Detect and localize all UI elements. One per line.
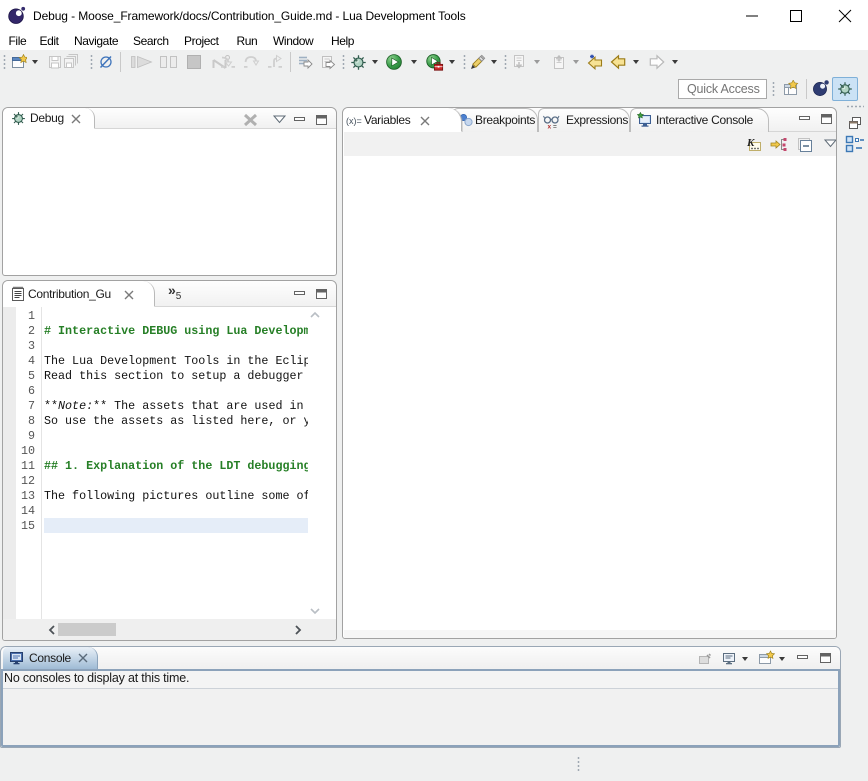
svg-text:K: K <box>746 137 755 149</box>
svg-text:x: x <box>548 124 552 130</box>
svg-text:=: = <box>553 124 557 130</box>
